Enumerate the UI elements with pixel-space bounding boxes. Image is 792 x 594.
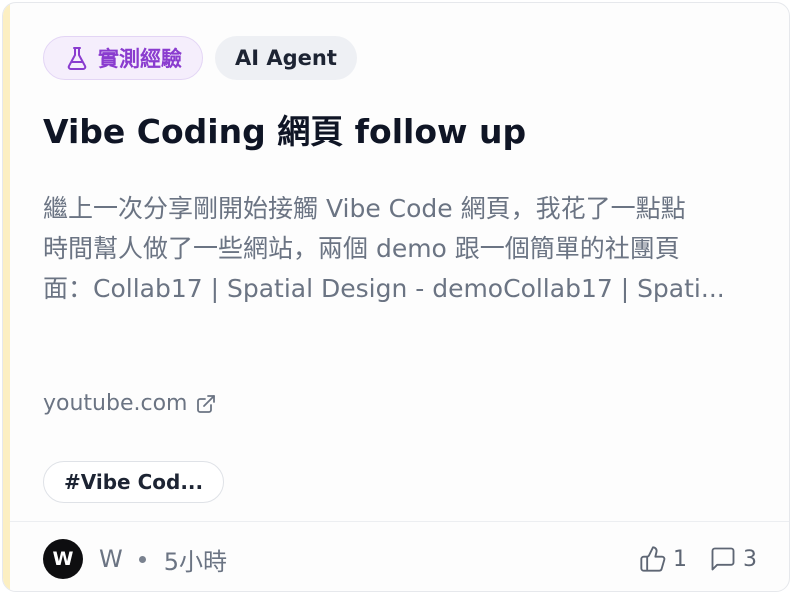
like-button[interactable]: 1 bbox=[639, 545, 687, 573]
topic-badge-label: AI Agent bbox=[235, 46, 337, 70]
external-link-icon bbox=[197, 394, 216, 413]
description-line: 繼上一次分享剛開始接觸 Vibe Code 網頁，我花了一點點 bbox=[43, 194, 686, 223]
footer-divider bbox=[10, 521, 789, 522]
post-description: 繼上一次分享剛開始接觸 Vibe Code 網頁，我花了一點點 時間幫人做了一些… bbox=[43, 189, 763, 309]
source-domain: youtube.com bbox=[43, 391, 188, 416]
avatar-letter: W bbox=[52, 548, 74, 570]
author-name[interactable]: W bbox=[99, 545, 123, 573]
thumbs-up-icon bbox=[640, 546, 666, 572]
hashtag-label: #Vibe Cod... bbox=[64, 470, 204, 494]
topic-badge[interactable]: AI Agent bbox=[215, 36, 357, 80]
flask-icon bbox=[67, 47, 87, 70]
comment-icon bbox=[711, 547, 735, 571]
separator-dot bbox=[138, 555, 146, 563]
category-badge-label: 實測經驗 bbox=[98, 47, 182, 71]
badge-row: 實測經驗 AI Agent bbox=[43, 36, 357, 80]
post-title[interactable]: Vibe Coding 網頁 follow up bbox=[43, 105, 526, 153]
post-time: 5小時 bbox=[163, 547, 228, 576]
description-line: 面：Collab17 | Spatial Design - demoCollab… bbox=[43, 274, 725, 303]
source-link[interactable]: youtube.com bbox=[43, 391, 216, 416]
description-line: 時間幫人做了一些網站，兩個 demo 跟一個簡單的社團頁 bbox=[43, 234, 680, 263]
hashtag-chip[interactable]: #Vibe Cod... bbox=[43, 461, 225, 503]
comment-button[interactable]: 3 bbox=[709, 545, 757, 573]
card-footer: W W 5小時 1 3 bbox=[43, 537, 757, 581]
category-badge[interactable]: 實測經驗 bbox=[43, 36, 203, 80]
comment-count: 3 bbox=[743, 546, 757, 572]
post-card[interactable]: 實測經驗 AI Agent Vibe Coding 網頁 follow up 繼… bbox=[2, 2, 790, 592]
card-accent-stripe bbox=[3, 3, 10, 591]
like-count: 1 bbox=[673, 546, 687, 572]
avatar[interactable]: W bbox=[43, 539, 83, 579]
